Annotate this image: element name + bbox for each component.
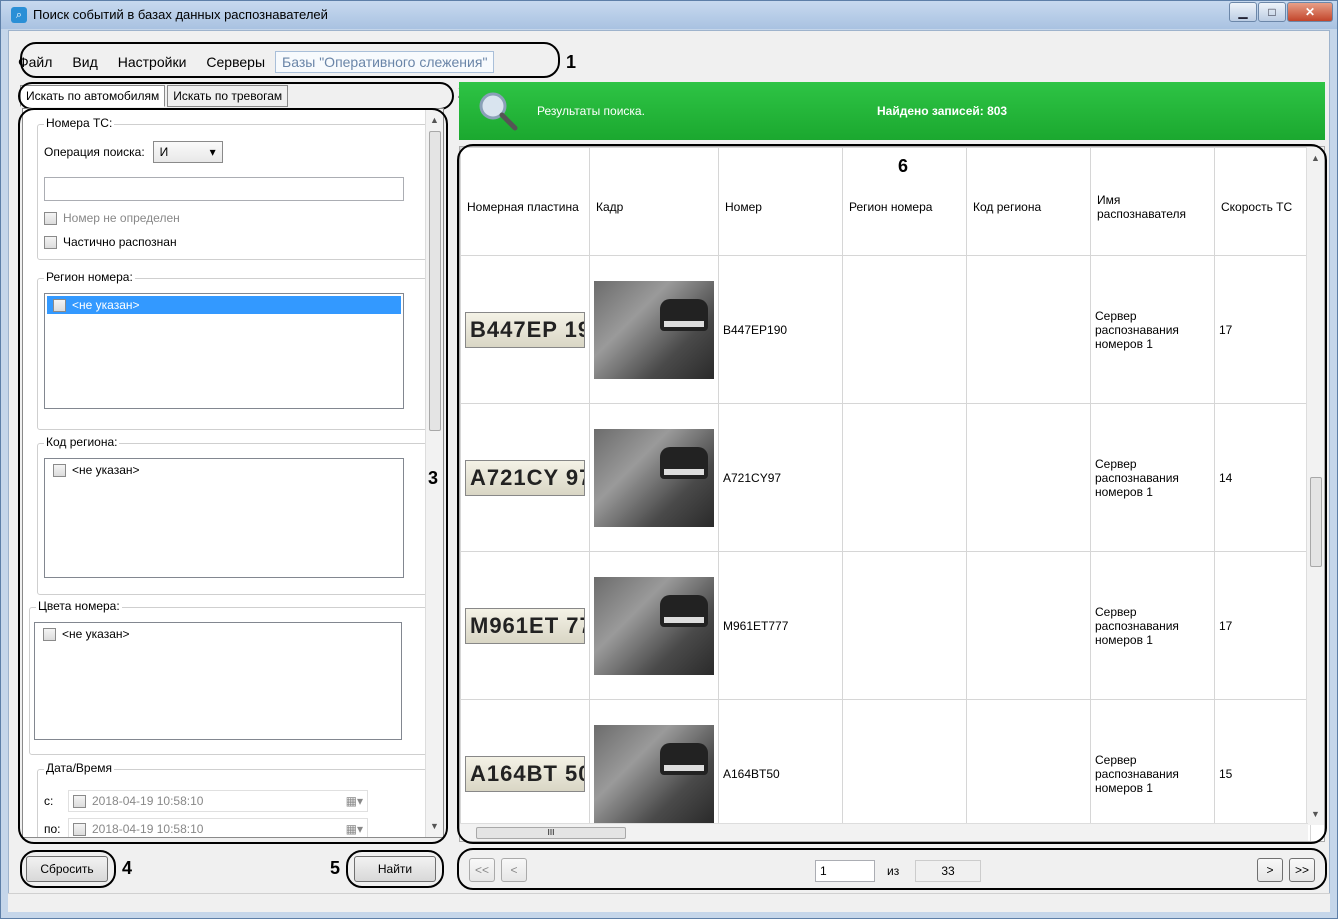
callout-number-4: 4 <box>122 858 133 878</box>
results-banner: Результаты поиска. Найдено записей: 803 <box>459 82 1325 140</box>
callout-tabs <box>18 82 454 110</box>
minimize-button[interactable]: ▁ <box>1229 2 1257 22</box>
status-bar <box>8 893 1330 912</box>
callout-filters <box>18 108 448 844</box>
callout-number-6: 6 <box>898 156 909 176</box>
results-count: Найдено записей: 803 <box>877 104 1008 118</box>
callout-pager <box>457 848 1327 890</box>
close-button[interactable]: ✕ <box>1287 2 1333 22</box>
callout-number-1: 1 <box>566 52 577 72</box>
maximize-button[interactable]: □ <box>1258 2 1286 22</box>
window-title: Поиск событий в базах данных распознават… <box>33 7 328 22</box>
results-label: Результаты поиска. <box>537 104 645 118</box>
callout-reset <box>20 850 116 888</box>
callout-find <box>346 850 444 888</box>
app-icon: ⌕ <box>11 7 27 23</box>
title-bar: ⌕ Поиск событий в базах данных распознав… <box>1 1 1337 29</box>
callout-grid <box>457 144 1327 844</box>
callout-number-3: 3 <box>428 468 439 488</box>
magnifier-icon <box>479 92 518 131</box>
callout-menu <box>20 42 560 78</box>
callout-number-5: 5 <box>330 858 341 878</box>
